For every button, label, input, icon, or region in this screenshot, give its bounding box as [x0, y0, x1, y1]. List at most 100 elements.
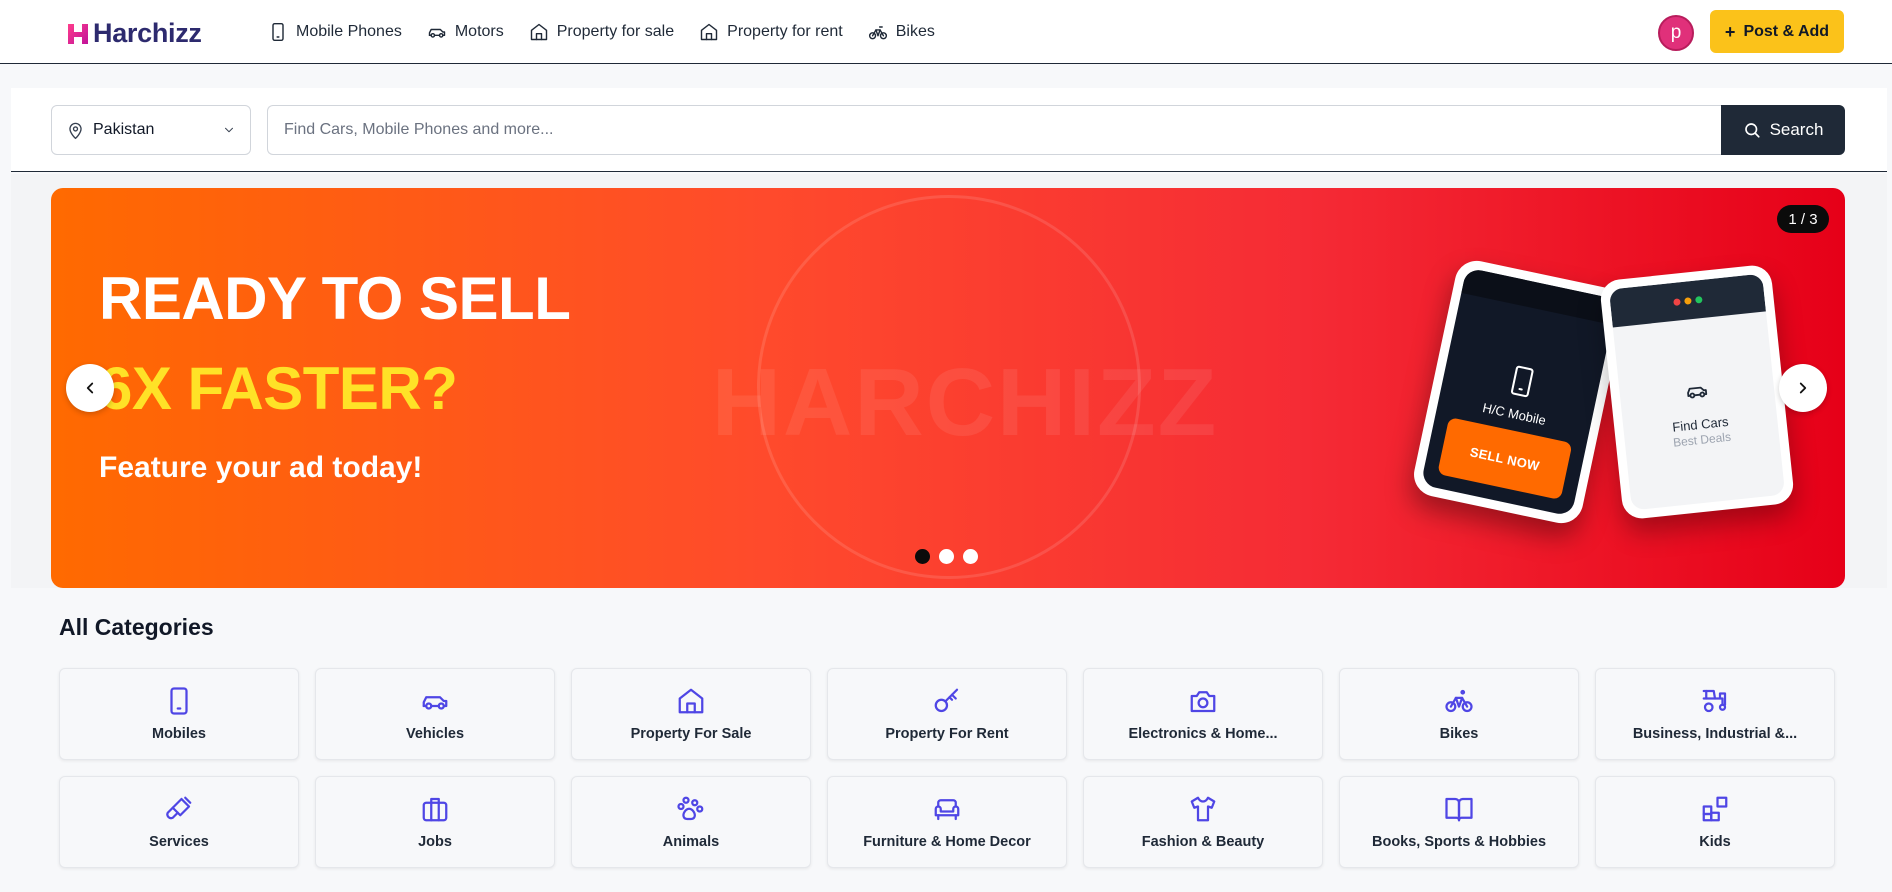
nav-item-property-for-sale[interactable]: Property for sale: [529, 22, 674, 42]
category-furniture[interactable]: Furniture & Home Decor: [827, 776, 1067, 868]
phone-screen: Find Cars Best Deals: [1608, 273, 1786, 511]
yellow-dot-icon: [1683, 296, 1692, 305]
home-icon: [530, 23, 547, 41]
category-label: Property For Rent: [885, 726, 1009, 742]
search-bar: Pakistan Search: [11, 88, 1887, 172]
category-label: Mobiles: [152, 726, 206, 742]
carousel-next-button[interactable]: [1779, 364, 1827, 412]
search-icon: [1744, 123, 1760, 138]
location-select[interactable]: Pakistan: [51, 105, 251, 155]
category-business-industrial[interactable]: Business, Industrial &...: [1595, 668, 1835, 760]
carousel-prev-button[interactable]: [66, 364, 114, 412]
category-label: Animals: [662, 834, 720, 850]
category-label: Property For Sale: [630, 726, 752, 742]
category-label: Vehicles: [405, 726, 465, 742]
phone-screen: H/C Mobile SELL NOW: [1420, 267, 1618, 517]
category-electronics[interactable]: Electronics & Home...: [1083, 668, 1323, 760]
phone-notch: [1461, 267, 1618, 325]
tractor-icon: [1702, 689, 1727, 713]
search-button-label: Search: [1769, 120, 1824, 139]
category-animals[interactable]: Animals: [571, 776, 811, 868]
category-label: Electronics & Home...: [1128, 726, 1278, 742]
smartphone-icon: [272, 22, 284, 42]
carousel-dots: [915, 549, 978, 564]
category-jobs[interactable]: Jobs: [315, 776, 555, 868]
shirt-icon: [1190, 796, 1216, 822]
chevron-left-icon: [86, 382, 94, 394]
bike-icon: [1445, 689, 1473, 713]
phone-mockup-find-cars: Find Cars Best Deals: [1598, 263, 1796, 521]
nav-label: Bikes: [895, 23, 935, 40]
category-label: Business, Industrial &...: [1632, 726, 1798, 742]
banner-headline-line1: READY TO SELL: [99, 265, 571, 332]
paintbrush-icon: [166, 796, 192, 820]
nav-label: Motors: [454, 23, 504, 40]
post-button-label: Post & Add: [1743, 22, 1830, 40]
book-icon: [1445, 797, 1473, 822]
chevron-right-icon: [1799, 382, 1807, 394]
carousel-dot-3[interactable]: [963, 549, 978, 564]
category-label: Bikes: [1439, 726, 1479, 742]
car-icon: [422, 696, 448, 710]
hero-carousel: HARCHIZZ READY TO SELL 6X FASTER? Featur…: [11, 174, 1887, 588]
nav-item-mobile-phones[interactable]: Mobile Phones: [268, 22, 402, 42]
red-dot-icon: [1672, 297, 1681, 306]
banner-headline-line2: 6X FASTER?: [99, 355, 458, 422]
post-and-add-button[interactable]: + Post & Add: [1710, 10, 1844, 53]
nav-item-motors[interactable]: Motors: [427, 22, 504, 42]
category-label: Books, Sports & Hobbies: [1371, 834, 1547, 850]
categories-grid: Mobiles Vehicles Property For Sale Prope…: [59, 668, 1835, 868]
categories-title: All Categories: [59, 614, 214, 640]
category-label: Furniture & Home Decor: [863, 834, 1031, 850]
top-header: Harchizz Mobile Phones Motors Property f…: [0, 0, 1892, 64]
h-mark-logo-icon: [68, 23, 88, 44]
chevron-down-icon: [225, 127, 233, 133]
key-icon: [934, 688, 959, 713]
category-label: Jobs: [418, 834, 452, 850]
bike-icon: [868, 26, 887, 40]
phone-mockup-sell: H/C Mobile SELL NOW: [1409, 256, 1629, 528]
camera-icon: [1190, 691, 1216, 713]
search-input[interactable]: [267, 105, 1723, 155]
category-property-for-sale[interactable]: Property For Sale: [571, 668, 811, 760]
category-services[interactable]: Services: [59, 776, 299, 868]
green-dot-icon: [1694, 295, 1703, 304]
category-bikes[interactable]: Bikes: [1339, 668, 1579, 760]
smartphone-icon: [1510, 365, 1534, 398]
home-icon: [678, 688, 704, 714]
nav-label: Property for sale: [556, 23, 675, 40]
location-value: Pakistan: [93, 121, 155, 138]
search-button[interactable]: Search: [1721, 105, 1845, 155]
category-label: Kids: [1699, 834, 1731, 850]
carousel-dot-1[interactable]: [915, 549, 930, 564]
category-kids[interactable]: Kids: [1595, 776, 1835, 868]
banner-subheadline: Feature your ad today!: [99, 451, 423, 484]
hero-banner-slide[interactable]: HARCHIZZ READY TO SELL 6X FASTER? Featur…: [51, 188, 1845, 588]
home-icon: [700, 23, 718, 41]
sofa-icon: [934, 799, 960, 821]
plus-icon: +: [1724, 21, 1736, 42]
logo-text: Harchizz: [93, 18, 202, 48]
nav-label: Mobile Phones: [296, 23, 402, 40]
nav-item-property-for-rent[interactable]: Property for rent: [699, 22, 843, 42]
blocks-icon: [1702, 796, 1728, 822]
nav-item-bikes[interactable]: Bikes: [868, 22, 935, 42]
nav-label: Property for rent: [727, 23, 843, 40]
category-books-sports-hobbies[interactable]: Books, Sports & Hobbies: [1339, 776, 1579, 868]
map-pin-icon: [69, 122, 82, 139]
car-icon: [428, 28, 446, 38]
category-fashion-beauty[interactable]: Fashion & Beauty: [1083, 776, 1323, 868]
logo[interactable]: Harchizz: [66, 18, 202, 49]
paw-icon: [677, 796, 704, 821]
carousel-dot-2[interactable]: [939, 549, 954, 564]
car-icon: [1687, 386, 1708, 399]
category-label: Services: [149, 834, 209, 850]
user-avatar[interactable]: p: [1658, 15, 1694, 51]
category-label: Fashion & Beauty: [1141, 834, 1265, 850]
category-mobiles[interactable]: Mobiles: [59, 668, 299, 760]
slide-counter: 1 / 3: [1777, 205, 1829, 233]
main-nav: Mobile Phones Motors Property for sale P…: [268, 0, 935, 64]
briefcase-icon: [422, 797, 448, 822]
category-property-for-rent[interactable]: Property For Rent: [827, 668, 1067, 760]
category-vehicles[interactable]: Vehicles: [315, 668, 555, 760]
